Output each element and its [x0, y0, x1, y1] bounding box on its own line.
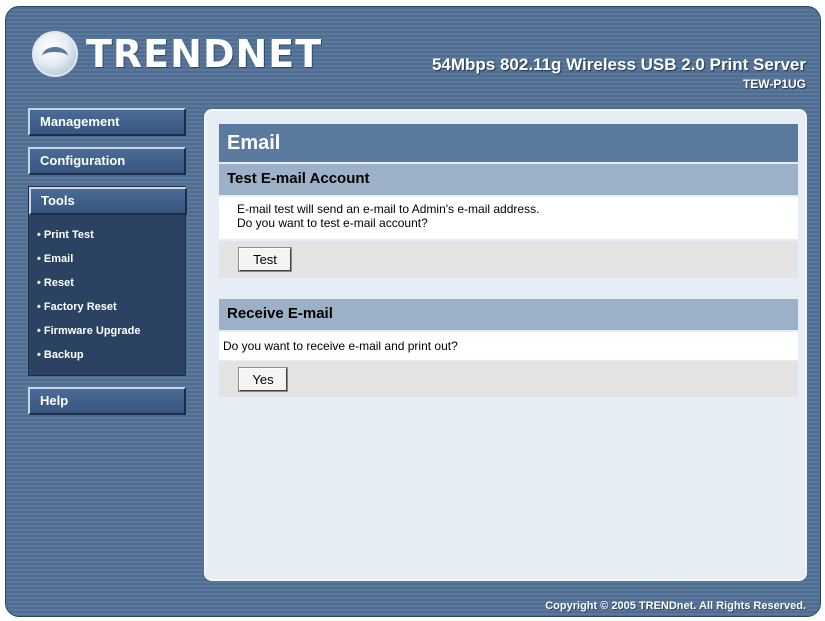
test-email-line-2: Do you want to test e-mail account?	[237, 216, 428, 230]
header: TRENDNET 54Mbps 802.11g Wireless USB 2.0…	[6, 7, 820, 99]
test-email-header: Test E-mail Account	[219, 164, 798, 195]
nav-tools-button[interactable]: Tools	[29, 187, 187, 215]
copyright-footer: Copyright © 2005 TRENDnet. All Rights Re…	[545, 600, 806, 612]
submenu-item-reset[interactable]: • Reset	[37, 271, 185, 295]
page-title: Email	[219, 124, 798, 162]
product-model: TEW-P1UG	[742, 77, 806, 91]
test-email-description: E-mail test will send an e-mail to Admin…	[219, 197, 798, 239]
app-frame: TRENDNET 54Mbps 802.11g Wireless USB 2.0…	[5, 6, 821, 617]
submenu-item-backup[interactable]: • Backup	[37, 343, 185, 367]
receive-email-line-1: Do you want to receive e-mail and print …	[223, 339, 458, 353]
test-email-line-1: E-mail test will send an e-mail to Admin…	[237, 202, 540, 216]
yes-button-row: Yes	[219, 361, 798, 397]
logo-globe-icon	[32, 31, 78, 77]
tools-submenu: • Print Test • Email • Reset • Factory R…	[29, 215, 185, 375]
receive-email-description: Do you want to receive e-mail and print …	[219, 332, 798, 360]
submenu-item-firmware-upgrade[interactable]: • Firmware Upgrade	[37, 319, 185, 343]
yes-button[interactable]: Yes	[238, 367, 288, 392]
submenu-item-email[interactable]: • Email	[37, 247, 185, 271]
submenu-item-print-test[interactable]: • Print Test	[37, 223, 185, 247]
nav-management-button[interactable]: Management	[28, 108, 186, 136]
main-panel: Email Test E-mail Account E-mail test wi…	[204, 109, 807, 581]
tools-menu-group: Tools • Print Test • Email • Reset • Fac…	[28, 186, 187, 376]
test-button-row: Test	[219, 241, 798, 278]
product-title: 54Mbps 802.11g Wireless USB 2.0 Print Se…	[431, 55, 806, 74]
sidebar: Management Configuration Tools • Print T…	[28, 108, 187, 426]
receive-email-header: Receive E-mail	[219, 299, 798, 330]
logo-text: TRENDNET	[86, 32, 323, 76]
submenu-item-factory-reset[interactable]: • Factory Reset	[37, 295, 185, 319]
nav-configuration-button[interactable]: Configuration	[28, 147, 186, 175]
test-button[interactable]: Test	[238, 247, 292, 272]
nav-help-button[interactable]: Help	[28, 387, 186, 415]
trendnet-logo: TRENDNET	[32, 31, 322, 77]
